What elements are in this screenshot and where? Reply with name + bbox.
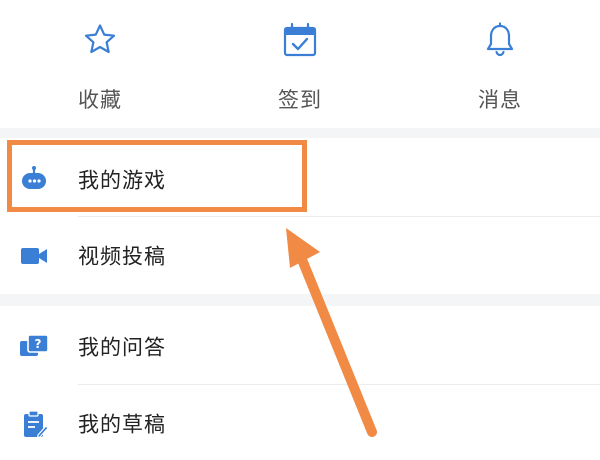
menu-item-label: 我的问答 [78,335,166,360]
favorites-label: 收藏 [78,88,122,112]
menu-item-label: 我的游戏 [78,168,166,193]
video-camera-icon [18,240,50,272]
favorites-button[interactable]: 收藏 [0,0,200,128]
divider [78,216,600,217]
checkin-button[interactable]: 签到 [200,0,400,128]
calendar-check-icon [280,20,320,60]
top-actions-bar: 收藏 签到 消息 [0,0,600,128]
menu-item-my-games[interactable]: 我的游戏 [0,144,600,216]
menu-item-label: 视频投稿 [78,244,166,269]
messages-button[interactable]: 消息 [400,0,600,128]
star-icon [80,20,120,60]
checkin-label: 签到 [278,88,322,112]
game-controller-icon [18,164,50,196]
svg-text:?: ? [35,337,42,351]
menu-item-my-drafts[interactable]: 我的草稿 [0,388,600,460]
bell-icon [480,20,520,60]
menu-item-label: 我的草稿 [78,412,166,437]
menu-item-video-upload[interactable]: 视频投稿 [0,220,600,292]
divider [78,384,600,385]
menu-item-my-qa[interactable]: ? 我的问答 [0,311,600,383]
question-answer-icon: ? [18,331,50,363]
section-separator [0,128,600,138]
draft-clipboard-icon [18,408,50,440]
section-separator [0,294,600,306]
messages-label: 消息 [478,88,522,112]
